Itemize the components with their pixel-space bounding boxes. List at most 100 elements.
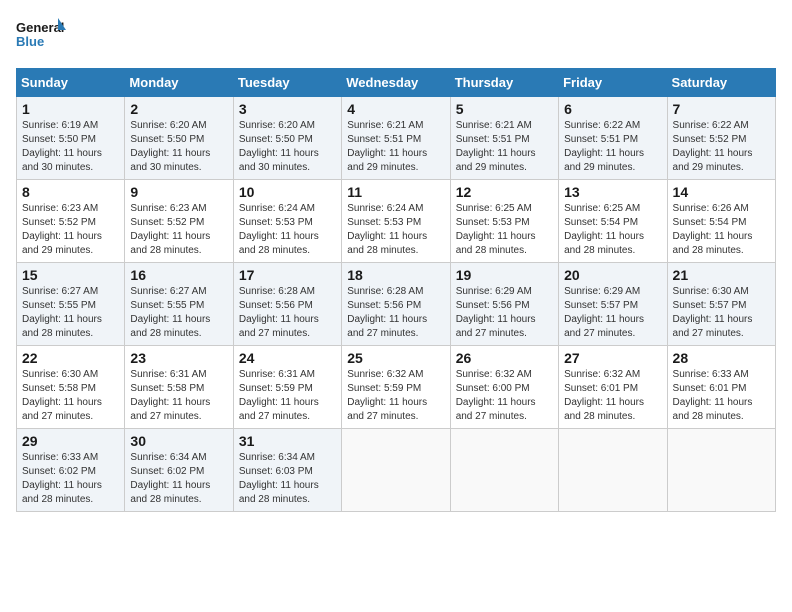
day-cell: 25 Sunrise: 6:32 AM Sunset: 5:59 PM Dayli…	[342, 346, 450, 429]
day-cell: 10Sunrise: 6:24 AM Sunset: 5:53 PM Dayli…	[233, 180, 341, 263]
day-cell: 17 Sunrise: 6:28 AM Sunset: 5:56 PM Dayli…	[233, 263, 341, 346]
day-number: 29	[22, 433, 119, 449]
day-info: Sunrise: 6:32 AM Sunset: 5:59 PM Dayligh…	[347, 368, 444, 424]
day-info: Sunrise: 6:33 AM Sunset: 6:02 PM Dayligh…	[22, 451, 119, 507]
day-number: 4	[347, 101, 444, 117]
day-number: 8	[22, 184, 119, 200]
day-number: 6	[564, 101, 661, 117]
day-number: 22	[22, 350, 119, 366]
day-cell: 22 Sunrise: 6:30 AM Sunset: 5:58 PM Dayli…	[17, 346, 125, 429]
day-cell: 8Sunrise: 6:23 AM Sunset: 5:52 PM Daylig…	[17, 180, 125, 263]
day-info: Sunrise: 6:21 AM Sunset: 5:51 PM Dayligh…	[456, 119, 553, 175]
day-cell: 5 Sunrise: 6:21 AM Sunset: 5:51 PM Daylig…	[450, 97, 558, 180]
day-info: Sunrise: 6:25 AM Sunset: 5:54 PM Dayligh…	[564, 202, 661, 258]
week-row-1: 1 Sunrise: 6:19 AM Sunset: 5:50 PM Daylig…	[17, 97, 776, 180]
calendar-table: SundayMondayTuesdayWednesdayThursdayFrid…	[16, 68, 776, 512]
day-info: Sunrise: 6:20 AM Sunset: 5:50 PM Dayligh…	[130, 119, 227, 175]
day-cell	[450, 429, 558, 512]
day-cell: 4 Sunrise: 6:21 AM Sunset: 5:51 PM Daylig…	[342, 97, 450, 180]
day-cell: 28Sunrise: 6:33 AM Sunset: 6:01 PM Dayli…	[667, 346, 775, 429]
header-saturday: Saturday	[667, 69, 775, 97]
day-number: 1	[22, 101, 119, 117]
day-info: Sunrise: 6:22 AM Sunset: 5:52 PM Dayligh…	[673, 119, 770, 175]
day-number: 11	[347, 184, 444, 200]
day-info: Sunrise: 6:26 AM Sunset: 5:54 PM Dayligh…	[673, 202, 770, 258]
day-info: Sunrise: 6:23 AM Sunset: 5:52 PM Dayligh…	[130, 202, 227, 258]
day-number: 3	[239, 101, 336, 117]
day-info: Sunrise: 6:27 AM Sunset: 5:55 PM Dayligh…	[22, 285, 119, 341]
day-number: 26	[456, 350, 553, 366]
svg-text:General: General	[16, 20, 64, 35]
day-info: Sunrise: 6:29 AM Sunset: 5:56 PM Dayligh…	[456, 285, 553, 341]
calendar-body: 1 Sunrise: 6:19 AM Sunset: 5:50 PM Daylig…	[17, 97, 776, 512]
day-info: Sunrise: 6:30 AM Sunset: 5:57 PM Dayligh…	[673, 285, 770, 341]
day-number: 20	[564, 267, 661, 283]
header-friday: Friday	[559, 69, 667, 97]
day-info: Sunrise: 6:28 AM Sunset: 5:56 PM Dayligh…	[239, 285, 336, 341]
day-info: Sunrise: 6:20 AM Sunset: 5:50 PM Dayligh…	[239, 119, 336, 175]
day-number: 12	[456, 184, 553, 200]
header-wednesday: Wednesday	[342, 69, 450, 97]
day-number: 27	[564, 350, 661, 366]
day-cell: 16Sunrise: 6:27 AM Sunset: 5:55 PM Dayli…	[125, 263, 233, 346]
header-thursday: Thursday	[450, 69, 558, 97]
day-info: Sunrise: 6:30 AM Sunset: 5:58 PM Dayligh…	[22, 368, 119, 424]
day-info: Sunrise: 6:34 AM Sunset: 6:03 PM Dayligh…	[239, 451, 336, 507]
day-number: 25	[347, 350, 444, 366]
week-row-4: 22 Sunrise: 6:30 AM Sunset: 5:58 PM Dayli…	[17, 346, 776, 429]
day-info: Sunrise: 6:24 AM Sunset: 5:53 PM Dayligh…	[239, 202, 336, 258]
day-cell: 12 Sunrise: 6:25 AM Sunset: 5:53 PM Dayli…	[450, 180, 558, 263]
week-row-5: 29 Sunrise: 6:33 AM Sunset: 6:02 PM Dayli…	[17, 429, 776, 512]
day-cell: 7 Sunrise: 6:22 AM Sunset: 5:52 PM Daylig…	[667, 97, 775, 180]
day-cell: 14 Sunrise: 6:26 AM Sunset: 5:54 PM Dayli…	[667, 180, 775, 263]
day-info: Sunrise: 6:21 AM Sunset: 5:51 PM Dayligh…	[347, 119, 444, 175]
week-row-2: 8 Sunrise: 6:23 AM Sunset: 5:52 PM Daylig…	[17, 180, 776, 263]
day-number: 24	[239, 350, 336, 366]
day-cell: 9 Sunrise: 6:23 AM Sunset: 5:52 PM Daylig…	[125, 180, 233, 263]
day-number: 23	[130, 350, 227, 366]
day-number: 18	[347, 267, 444, 283]
header-monday: Monday	[125, 69, 233, 97]
day-number: 9	[130, 184, 227, 200]
day-info: Sunrise: 6:25 AM Sunset: 5:53 PM Dayligh…	[456, 202, 553, 258]
day-number: 13	[564, 184, 661, 200]
day-info: Sunrise: 6:28 AM Sunset: 5:56 PM Dayligh…	[347, 285, 444, 341]
svg-text:Blue: Blue	[16, 34, 44, 49]
day-cell: 11 Sunrise: 6:24 AM Sunset: 5:53 PM Dayli…	[342, 180, 450, 263]
day-info: Sunrise: 6:19 AM Sunset: 5:50 PM Dayligh…	[22, 119, 119, 175]
day-cell: 30Sunrise: 6:34 AM Sunset: 6:02 PM Dayli…	[125, 429, 233, 512]
logo: General Blue	[16, 16, 66, 60]
day-number: 30	[130, 433, 227, 449]
day-cell: 23 Sunrise: 6:31 AM Sunset: 5:58 PM Dayli…	[125, 346, 233, 429]
day-cell: 1 Sunrise: 6:19 AM Sunset: 5:50 PM Daylig…	[17, 97, 125, 180]
day-cell: 15 Sunrise: 6:27 AM Sunset: 5:55 PM Dayli…	[17, 263, 125, 346]
day-cell: 18 Sunrise: 6:28 AM Sunset: 5:56 PM Dayli…	[342, 263, 450, 346]
day-number: 21	[673, 267, 770, 283]
day-cell: 2Sunrise: 6:20 AM Sunset: 5:50 PM Daylig…	[125, 97, 233, 180]
day-number: 31	[239, 433, 336, 449]
day-number: 7	[673, 101, 770, 117]
day-cell: 3 Sunrise: 6:20 AM Sunset: 5:50 PM Daylig…	[233, 97, 341, 180]
day-number: 14	[673, 184, 770, 200]
day-number: 15	[22, 267, 119, 283]
day-info: Sunrise: 6:31 AM Sunset: 5:59 PM Dayligh…	[239, 368, 336, 424]
header-tuesday: Tuesday	[233, 69, 341, 97]
day-cell: 13 Sunrise: 6:25 AM Sunset: 5:54 PM Dayli…	[559, 180, 667, 263]
day-info: Sunrise: 6:32 AM Sunset: 6:00 PM Dayligh…	[456, 368, 553, 424]
day-info: Sunrise: 6:22 AM Sunset: 5:51 PM Dayligh…	[564, 119, 661, 175]
day-number: 16	[130, 267, 227, 283]
day-number: 17	[239, 267, 336, 283]
day-info: Sunrise: 6:24 AM Sunset: 5:53 PM Dayligh…	[347, 202, 444, 258]
day-cell: 21 Sunrise: 6:30 AM Sunset: 5:57 PM Dayli…	[667, 263, 775, 346]
day-info: Sunrise: 6:31 AM Sunset: 5:58 PM Dayligh…	[130, 368, 227, 424]
calendar-header: SundayMondayTuesdayWednesdayThursdayFrid…	[17, 69, 776, 97]
header-sunday: Sunday	[17, 69, 125, 97]
logo-svg: General Blue	[16, 16, 66, 60]
day-number: 5	[456, 101, 553, 117]
day-cell: 31 Sunrise: 6:34 AM Sunset: 6:03 PM Dayli…	[233, 429, 341, 512]
day-info: Sunrise: 6:29 AM Sunset: 5:57 PM Dayligh…	[564, 285, 661, 341]
day-cell: 20 Sunrise: 6:29 AM Sunset: 5:57 PM Dayli…	[559, 263, 667, 346]
day-cell: 19Sunrise: 6:29 AM Sunset: 5:56 PM Dayli…	[450, 263, 558, 346]
day-cell: 26 Sunrise: 6:32 AM Sunset: 6:00 PM Dayli…	[450, 346, 558, 429]
day-cell	[667, 429, 775, 512]
